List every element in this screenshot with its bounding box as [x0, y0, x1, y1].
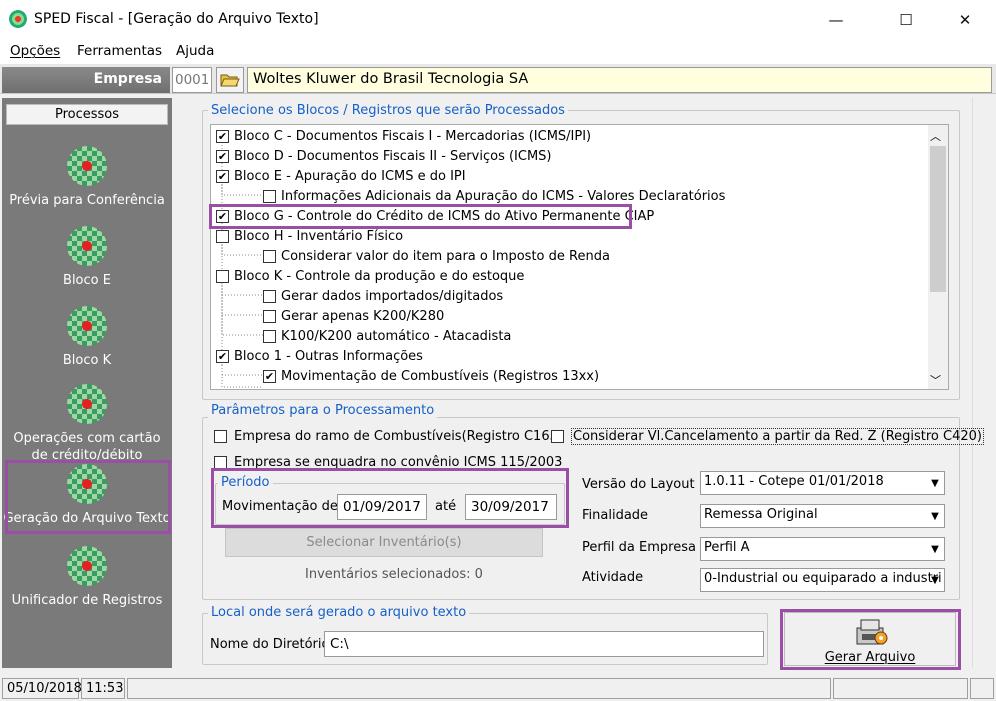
empresa-label: Empresa: [2, 67, 170, 93]
empresa-code-field[interactable]: 0001: [172, 67, 212, 93]
checkbox[interactable]: [263, 309, 276, 323]
checkbox[interactable]: [263, 289, 276, 303]
versao-select[interactable]: 1.0.11 - Cotepe 01/01/2018 ▼: [700, 471, 945, 495]
checkbox[interactable]: ✔: [263, 369, 276, 383]
process-icon: [67, 146, 107, 186]
maximize-button[interactable]: ☐: [883, 0, 929, 40]
finalidade-select[interactable]: Remessa Original ▼: [700, 504, 945, 528]
tree-item-k100-k200[interactable]: K100/K200 automático - Atacadista: [263, 326, 511, 346]
diretorio-field[interactable]: C:\: [324, 631, 764, 657]
periodo-ate-field[interactable]: 30/09/2017: [465, 494, 557, 520]
tree-item-bloco-d[interactable]: ✔ Bloco D - Documentos Fiscais II - Servi…: [216, 146, 552, 166]
checkbox[interactable]: [216, 229, 229, 243]
checkbox[interactable]: [263, 329, 276, 343]
parametros-legend: Parâmetros para o Processamento: [208, 403, 438, 418]
checkbox[interactable]: ✔: [216, 149, 229, 163]
open-folder-button[interactable]: [216, 67, 244, 93]
tree-item-info-adicionais[interactable]: Informações Adicionais da Apuração do IC…: [263, 186, 725, 206]
tree-item-gerar-dados[interactable]: Gerar dados importados/digitados: [263, 286, 503, 306]
status-date: 05/10/2018: [2, 678, 82, 699]
sidebar-item-bloco-k[interactable]: Bloco K: [2, 306, 172, 369]
periodo-de-field[interactable]: 01/09/2017: [337, 494, 427, 520]
tree-item-imposto-renda[interactable]: Considerar valor do item para o Imposto …: [263, 246, 610, 266]
checkbox[interactable]: [216, 269, 229, 283]
process-icon: [67, 226, 107, 266]
dropdown-arrow-icon: ▼: [931, 477, 939, 489]
local-legend: Local onde será gerado o arquivo texto: [208, 605, 470, 620]
menu-ferramentas[interactable]: Ferramentas: [77, 43, 162, 59]
folder-open-icon: [220, 74, 240, 87]
scroll-down-icon[interactable]: ﹀: [930, 372, 941, 388]
menu-opcoes[interactable]: Opções: [10, 43, 60, 59]
tree-item-bloco-1[interactable]: ✔ Bloco 1 - Outras Informações: [216, 346, 423, 366]
status-time: 11:53: [81, 678, 125, 699]
highlight-geracao: [5, 460, 171, 534]
inventarios-selecionados: Inventários selecionados: 0: [305, 567, 483, 582]
diretorio-label: Nome do Diretório: [210, 637, 330, 652]
checkbox[interactable]: ✔: [216, 129, 229, 143]
tree-item-bloco-h[interactable]: Bloco H - Inventário Físico: [216, 226, 403, 246]
sidebar-header: Processos: [6, 104, 168, 125]
process-icon: [67, 306, 107, 346]
sidebar-item-cartao[interactable]: Operações com cartão de crédito/débito: [2, 384, 172, 464]
process-icon: [67, 384, 107, 424]
checkbox[interactable]: [214, 455, 227, 469]
tree-item-combustiveis[interactable]: ✔ Movimentação de Combustíveis (Registros…: [263, 366, 599, 386]
close-button[interactable]: ✕: [942, 0, 988, 40]
sidebar-item-label: Bloco E: [63, 273, 111, 288]
sidebar-item-label: Unificador de Registros: [11, 593, 163, 608]
highlight-gerar: [780, 609, 961, 670]
tree-item-k200-k280[interactable]: Gerar apenas K200/K280: [263, 306, 444, 326]
dropdown-arrow-icon: ▼: [931, 543, 939, 555]
status-grip: [970, 678, 994, 699]
scroll-up-icon[interactable]: ︿: [930, 128, 941, 144]
periodo-ate-label: até: [435, 499, 457, 514]
cancelamento-option[interactable]: Considerar Vl.Cancelamento a partir da R…: [551, 426, 984, 446]
checkbox[interactable]: ✔: [216, 349, 229, 363]
sidebar-item-previa[interactable]: Prévia para Conferência: [2, 146, 172, 209]
perfil-label: Perfil da Empresa: [582, 540, 696, 555]
checkbox[interactable]: [263, 249, 276, 263]
checkbox[interactable]: [214, 429, 227, 443]
minimize-button[interactable]: —: [813, 0, 859, 40]
blocos-legend: Selecione os Blocos / Registros que serã…: [208, 103, 568, 118]
atividade-select[interactable]: 0-Industrial ou equiparado a industri ▼: [700, 568, 945, 592]
perfil-select[interactable]: Perfil A ▼: [700, 537, 945, 561]
periodo-legend: Período: [218, 475, 273, 490]
empresa-name-field: Woltes Kluwer do Brasil Tecnologia SA: [247, 67, 992, 93]
checkbox[interactable]: [263, 189, 276, 203]
sidebar-item-unificador[interactable]: Unificador de Registros: [2, 546, 172, 609]
tree-item-bloco-c[interactable]: ✔ Bloco C - Documentos Fiscais I - Mercad…: [216, 126, 591, 146]
periodo-label: Movimentação de: [222, 499, 338, 514]
app-icon: [9, 10, 27, 28]
tree-scroll-thumb[interactable]: [930, 146, 946, 292]
dropdown-arrow-icon: ▼: [931, 510, 939, 522]
dropdown-arrow-icon: ▼: [931, 574, 939, 586]
finalidade-label: Finalidade: [582, 508, 649, 523]
menu-ajuda[interactable]: Ajuda: [176, 43, 214, 59]
status-message: [127, 678, 831, 699]
window-title: SPED Fiscal - [Geração do Arquivo Texto]: [34, 11, 319, 27]
sidebar-item-label: Bloco K: [62, 353, 112, 368]
tree-item-bloco-e[interactable]: ✔ Bloco E - Apuração do ICMS e do IPI: [216, 166, 466, 186]
status-panel: [833, 678, 968, 699]
sidebar-item-bloco-e[interactable]: Bloco E: [2, 226, 172, 289]
sidebar-item-label: Prévia para Conferência: [9, 193, 165, 208]
checkbox[interactable]: ✔: [216, 169, 229, 183]
right-gutter: [972, 98, 994, 668]
checkbox[interactable]: [551, 429, 564, 443]
tree-item-bloco-k[interactable]: Bloco K - Controle da produção e do esto…: [216, 266, 524, 286]
combustiveis-option[interactable]: Empresa do ramo de Combustíveis(Registro…: [214, 426, 563, 446]
process-icon: [67, 546, 107, 586]
sidebar-item-label: Operações com cartão de crédito/débito: [13, 431, 161, 463]
versao-label: Versão do Layout: [582, 477, 695, 492]
selecionar-inventario-button[interactable]: Selecionar Inventário(s): [225, 528, 543, 557]
atividade-label: Atividade: [582, 570, 644, 585]
